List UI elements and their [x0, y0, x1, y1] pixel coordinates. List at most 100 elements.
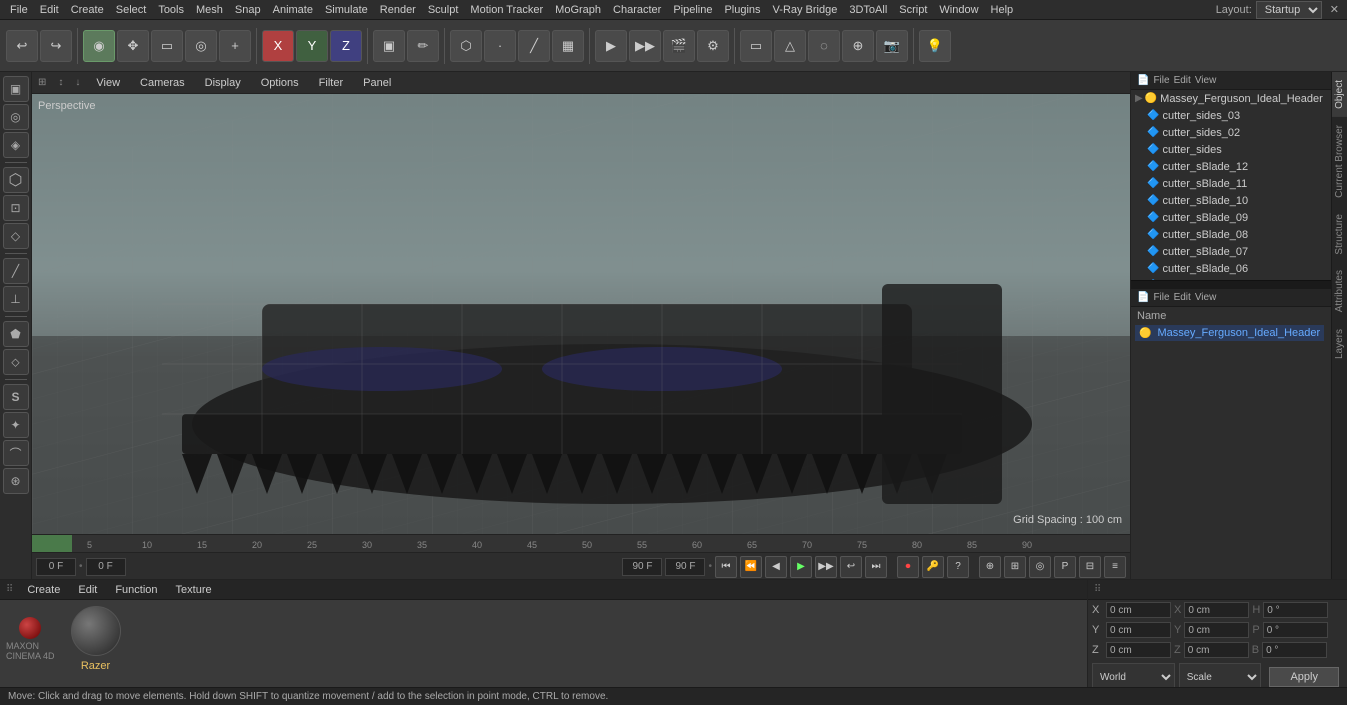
end-frame-input-2[interactable] — [665, 558, 705, 576]
obj-item-6[interactable]: 🔷 cutter_sBlade_10 — [1131, 192, 1331, 209]
point-mode-btn[interactable]: · — [484, 30, 516, 62]
menu-plugins[interactable]: Plugins — [718, 2, 766, 18]
menu-select[interactable]: Select — [110, 2, 153, 18]
coord-z-rot[interactable] — [1184, 642, 1249, 658]
undo-button[interactable]: ↩ — [6, 30, 38, 62]
menu-pipeline[interactable]: Pipeline — [667, 2, 718, 18]
far-tab-structure[interactable]: Structure — [1332, 206, 1347, 263]
obj-item-8[interactable]: 🔷 cutter_sBlade_08 — [1131, 226, 1331, 243]
menu-sculpt[interactable]: Sculpt — [422, 2, 465, 18]
obj-list[interactable]: ▶ 🟡 Massey_Ferguson_Ideal_Header 🔷 cutte… — [1131, 90, 1331, 280]
motion3-btn[interactable]: ◎ — [1029, 556, 1051, 578]
viewport[interactable]: Z Y X Perspective Grid Spacing : 100 cm — [32, 94, 1130, 534]
end-frame-input-1[interactable] — [622, 558, 662, 576]
menu-animate[interactable]: Animate — [267, 2, 319, 18]
next-frame-btn[interactable]: ↩ — [840, 556, 862, 578]
mat-function-btn[interactable]: Function — [111, 582, 161, 598]
key-btn[interactable]: ? — [947, 556, 969, 578]
render-to-pic-btn[interactable]: 🎬 — [663, 30, 695, 62]
obj-scroll-bar[interactable] — [1131, 280, 1331, 288]
sidebar-cube-btn[interactable]: ⬡ — [3, 167, 29, 193]
select-tool[interactable]: ◉ — [83, 30, 115, 62]
play-btn[interactable]: ▶ — [790, 556, 812, 578]
play-fwd-btn[interactable]: ▶▶ — [815, 556, 837, 578]
menu-3dtoall[interactable]: 3DToAll — [843, 2, 893, 18]
attr-edit-btn[interactable]: Edit — [1174, 292, 1191, 303]
sidebar-S-btn[interactable]: S — [3, 384, 29, 410]
obj-item-10[interactable]: 🔷 cutter_sBlade_06 — [1131, 260, 1331, 277]
motion-btn[interactable]: ⊕ — [979, 556, 1001, 578]
move-tool[interactable]: ✥ — [117, 30, 149, 62]
sidebar-poly-btn[interactable]: ⬟ — [3, 321, 29, 347]
sidebar-sculpt2-btn[interactable]: ✦ — [3, 412, 29, 438]
menu-file[interactable]: File — [4, 2, 34, 18]
rotate-tool[interactable]: ◎ — [185, 30, 217, 62]
auto-key-btn[interactable]: 🔑 — [922, 556, 944, 578]
scale-tool[interactable]: ▭ — [151, 30, 183, 62]
timeline-ruler[interactable]: 5 10 15 20 25 30 35 40 45 50 55 60 — [32, 535, 1130, 553]
poly-mode-btn[interactable]: ▦ — [552, 30, 584, 62]
obj-item-3[interactable]: 🔷 cutter_sides — [1131, 141, 1331, 158]
obj-file-btn[interactable]: File — [1153, 75, 1169, 86]
obj-mode-btn[interactable]: ⬡ — [450, 30, 482, 62]
y-axis-btn[interactable]: Y — [296, 30, 328, 62]
z-axis-btn[interactable]: Z — [330, 30, 362, 62]
obj-edit-btn[interactable]: Edit — [1174, 75, 1191, 86]
sidebar-nurbs-btn[interactable]: ⊡ — [3, 195, 29, 221]
go-end-btn[interactable]: ⏭ — [865, 556, 887, 578]
far-tab-object[interactable]: Object — [1332, 72, 1347, 117]
paint-btn[interactable]: ✏ — [407, 30, 439, 62]
vp-menu-view[interactable]: View — [92, 75, 124, 91]
obj-item-9[interactable]: 🔷 cutter_sBlade_07 — [1131, 243, 1331, 260]
edge-mode-btn[interactable]: ╱ — [518, 30, 550, 62]
menu-simulate[interactable]: Simulate — [319, 2, 374, 18]
add-tool[interactable]: + — [219, 30, 251, 62]
far-tab-layers[interactable]: Layers — [1332, 321, 1347, 367]
coord-y-pos[interactable] — [1106, 622, 1171, 638]
coord-y-rot[interactable] — [1184, 622, 1249, 638]
go-start-btn[interactable]: ⏮ — [715, 556, 737, 578]
apply-button[interactable]: Apply — [1269, 667, 1339, 687]
start-frame-input[interactable] — [86, 558, 126, 576]
sidebar-spline-btn[interactable]: ⌒ — [3, 440, 29, 466]
coord-p[interactable] — [1263, 622, 1328, 638]
motion6-btn[interactable]: ≡ — [1104, 556, 1126, 578]
sidebar-joint-btn[interactable]: ⊛ — [3, 468, 29, 494]
coord-h[interactable] — [1263, 602, 1328, 618]
vp-menu-filter[interactable]: Filter — [315, 75, 347, 91]
vp-menu-display[interactable]: Display — [201, 75, 245, 91]
menu-motion-tracker[interactable]: Motion Tracker — [464, 2, 549, 18]
null-btn[interactable]: ⊕ — [842, 30, 874, 62]
sidebar-model-btn[interactable]: ▣ — [3, 76, 29, 102]
mat-edit-btn[interactable]: Edit — [74, 582, 101, 598]
obj-item-root[interactable]: ▶ 🟡 Massey_Ferguson_Ideal_Header — [1131, 90, 1331, 107]
render-settings-btn[interactable]: ⚙ — [697, 30, 729, 62]
obj-item-2[interactable]: 🔷 cutter_sides_02 — [1131, 124, 1331, 141]
obj-item-5[interactable]: 🔷 cutter_sBlade_11 — [1131, 175, 1331, 192]
obj-item-7[interactable]: 🔷 cutter_sBlade_09 — [1131, 209, 1331, 226]
menu-tools[interactable]: Tools — [152, 2, 190, 18]
floor-btn[interactable]: ▭ — [740, 30, 772, 62]
x-axis-btn[interactable]: X — [262, 30, 294, 62]
menu-window[interactable]: Window — [933, 2, 984, 18]
attr-file-btn[interactable]: File — [1153, 292, 1169, 303]
sidebar-line-btn[interactable]: ╱ — [3, 258, 29, 284]
layout-select[interactable]: Startup — [1256, 1, 1322, 19]
close-btn[interactable]: ✕ — [1326, 3, 1343, 16]
vp-menu-options[interactable]: Options — [257, 75, 303, 91]
menu-create[interactable]: Create — [65, 2, 110, 18]
play-back-btn[interactable]: ◀ — [765, 556, 787, 578]
camera-btn[interactable]: 📷 — [876, 30, 908, 62]
far-tab-attributes[interactable]: Attributes — [1332, 262, 1347, 320]
menu-edit[interactable]: Edit — [34, 2, 65, 18]
mat-create-btn[interactable]: Create — [23, 582, 64, 598]
obj-item-1[interactable]: 🔷 cutter_sides_03 — [1131, 107, 1331, 124]
motion4-btn[interactable]: P — [1054, 556, 1076, 578]
coord-x-pos[interactable] — [1106, 602, 1171, 618]
far-tab-browser[interactable]: Current Browser — [1332, 117, 1347, 206]
menu-snap[interactable]: Snap — [229, 2, 267, 18]
vp-menu-cameras[interactable]: Cameras — [136, 75, 189, 91]
coord-z-pos[interactable] — [1106, 642, 1171, 658]
menu-script[interactable]: Script — [893, 2, 933, 18]
texture-btn[interactable]: ▣ — [373, 30, 405, 62]
